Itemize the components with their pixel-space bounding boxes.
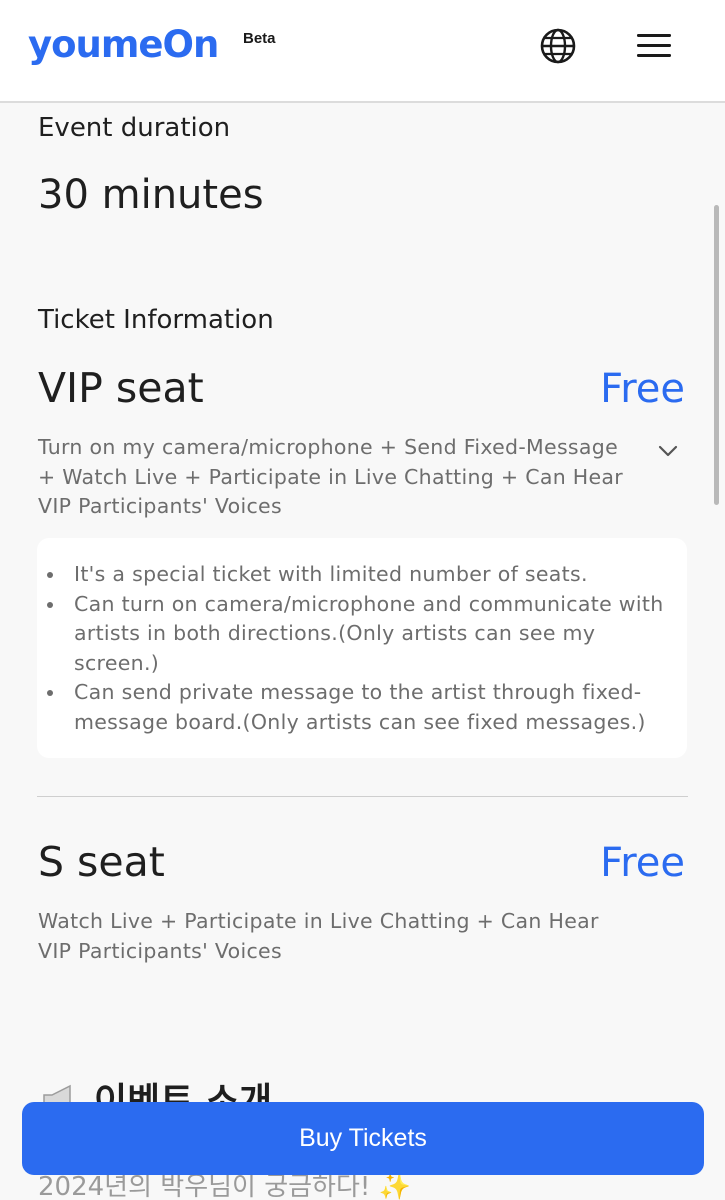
event-duration-label: Event duration xyxy=(38,113,231,143)
page: youmeOn Beta Event duration 30 minutes T… xyxy=(0,0,725,1200)
s-seat-description: Watch Live + Participate in Live Chattin… xyxy=(38,909,599,963)
vip-seat-toggle[interactable] xyxy=(656,441,680,461)
event-duration-value: 30 minutes xyxy=(38,172,264,218)
s-seat-title: S seat xyxy=(38,838,165,886)
ticket-info-label: Ticket Information xyxy=(38,305,274,335)
menu-button[interactable] xyxy=(634,28,674,64)
scrollbar[interactable] xyxy=(714,205,719,505)
s-seat-price: Free xyxy=(600,840,685,886)
beta-badge: Beta xyxy=(243,30,276,47)
chevron-down-icon xyxy=(658,445,678,457)
top-header: youmeOn Beta xyxy=(0,0,725,103)
globe-icon xyxy=(540,28,576,64)
detail-item: Can turn on camera/microphone and commun… xyxy=(47,590,667,679)
language-button[interactable] xyxy=(538,26,578,66)
vip-seat-title: VIP seat xyxy=(38,364,204,412)
detail-item: Can send private message to the artist t… xyxy=(47,678,667,737)
buy-tickets-button[interactable]: Buy Tickets xyxy=(22,1102,704,1175)
hamburger-menu-icon xyxy=(637,34,671,57)
seat-divider xyxy=(37,796,688,797)
detail-item: It's a special ticket with limited numbe… xyxy=(47,560,667,590)
vip-seat-price: Free xyxy=(600,366,685,412)
vip-seat-description[interactable]: Turn on my camera/microphone + Send Fixe… xyxy=(38,433,638,522)
logo[interactable]: youmeOn xyxy=(28,22,219,68)
vip-seat-details: It's a special ticket with limited numbe… xyxy=(37,538,687,758)
